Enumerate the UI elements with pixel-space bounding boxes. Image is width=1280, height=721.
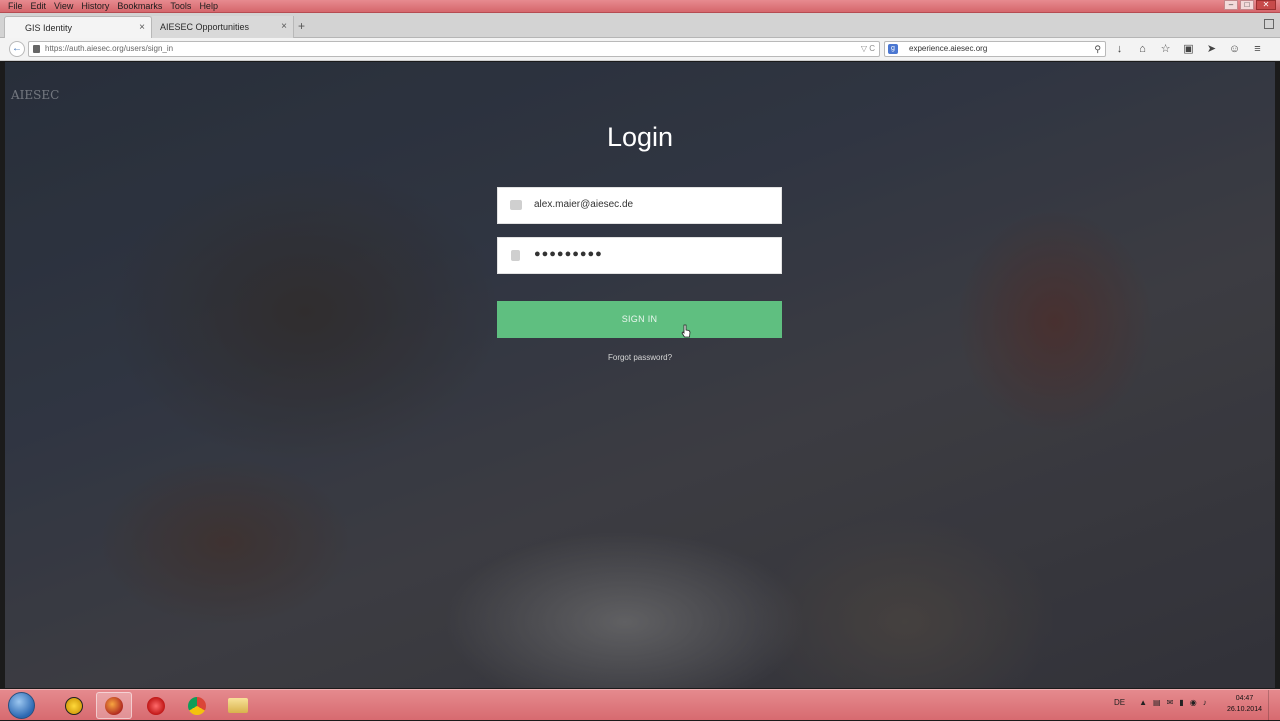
tab-strip: GIS Identity × AIESEC Opportunities × +: [0, 13, 1280, 38]
email-field[interactable]: alex.maier@aiesec.de: [497, 187, 782, 224]
clock[interactable]: 04:47 26.10.2014: [1227, 693, 1262, 715]
close-window-button[interactable]: ✕: [1256, 0, 1276, 10]
url-bar[interactable]: https://auth.aiesec.org/users/sign_in ▽ …: [28, 41, 880, 57]
tray-arrow-icon[interactable]: ▲: [1139, 698, 1147, 707]
url-text: https://auth.aiesec.org/users/sign_in: [45, 44, 174, 53]
toolbar-icons: ↓ ⌂ ☆ ▣ ➤ ☺ ≡: [1112, 42, 1265, 56]
tray-app-icon[interactable]: ◉: [1190, 698, 1197, 707]
tab-aiesec-opportunities[interactable]: AIESEC Opportunities ×: [152, 16, 294, 38]
menu-history[interactable]: History: [77, 0, 113, 13]
menu-icon[interactable]: ≡: [1250, 42, 1265, 56]
chrome-icon: [188, 696, 206, 715]
email-value: alex.maier@aiesec.de: [534, 199, 634, 210]
search-input[interactable]: g experience.aiesec.org ⚲: [884, 41, 1106, 57]
search-text: experience.aiesec.org: [909, 44, 988, 53]
opera-icon: [147, 696, 165, 715]
clipboard-icon[interactable]: ▣: [1181, 42, 1196, 56]
password-field[interactable]: ●●●●●●●●●: [497, 237, 782, 274]
sign-in-button[interactable]: SIGN IN: [497, 301, 782, 338]
menu-view[interactable]: View: [50, 0, 77, 13]
aiesec-logo: AIESEC: [11, 88, 60, 102]
google-icon[interactable]: g: [888, 44, 898, 54]
menu-edit[interactable]: Edit: [27, 0, 51, 13]
page-viewport: AIESEC Login alex.maier@aiesec.de ●●●●●●…: [5, 62, 1275, 688]
folder-icon: [228, 698, 248, 713]
minimize-button[interactable]: –: [1224, 0, 1238, 10]
menu-bar: File Edit View History Bookmarks Tools H…: [4, 0, 222, 13]
show-desktop-button[interactable]: [1268, 690, 1280, 721]
taskbar-chrome[interactable]: [179, 692, 215, 719]
window-controls: – □ ✕: [1224, 0, 1276, 10]
page-title: Login: [606, 122, 674, 152]
menu-help[interactable]: Help: [195, 0, 222, 13]
tab-close-icon[interactable]: ×: [281, 21, 287, 32]
new-tab-button[interactable]: +: [298, 19, 305, 33]
taskbar-opera[interactable]: [138, 692, 174, 719]
warning-app-icon: [65, 696, 83, 715]
download-icon[interactable]: ↓: [1112, 42, 1127, 56]
tray-signal-icon[interactable]: ▮: [1179, 698, 1183, 707]
window-titlebar: File Edit View History Bookmarks Tools H…: [0, 0, 1280, 13]
taskbar-firefox[interactable]: [96, 692, 132, 719]
tab-label: GIS Identity: [25, 22, 73, 33]
search-icon[interactable]: ⚲: [1094, 42, 1101, 56]
clock-date: 26.10.2014: [1226, 706, 1262, 713]
forgot-password-link[interactable]: Forgot password?: [5, 353, 1275, 362]
send-icon[interactable]: ➤: [1204, 42, 1219, 56]
tab-gis-identity[interactable]: GIS Identity ×: [4, 16, 152, 38]
taskbar: DE ▲ ▤ ✉ ▮ ◉ ♪ 04:47 26.10.2014: [0, 689, 1280, 721]
tab-label: AIESEC Opportunities: [160, 22, 250, 32]
volume-icon[interactable]: ♪: [1203, 698, 1207, 707]
lock-icon: [511, 250, 520, 261]
clock-time: 04:47: [1235, 695, 1254, 702]
tab-close-icon[interactable]: ×: [139, 22, 145, 33]
maximize-button[interactable]: □: [1240, 0, 1254, 10]
tab-list-icon[interactable]: [1264, 19, 1274, 29]
hand-cursor-icon: [681, 324, 691, 338]
firefox-icon: [105, 696, 123, 715]
language-indicator[interactable]: DE: [1114, 698, 1125, 707]
menu-tools[interactable]: Tools: [166, 0, 195, 13]
navigation-bar: ← https://auth.aiesec.org/users/sign_in …: [0, 38, 1280, 61]
reload-icon[interactable]: ▽ C: [861, 42, 875, 56]
system-tray: DE ▲ ▤ ✉ ▮ ◉ ♪: [1114, 698, 1207, 707]
lock-icon: [33, 45, 40, 53]
tray-network-icon[interactable]: ▤: [1153, 698, 1161, 707]
taskbar-explorer[interactable]: [220, 692, 256, 719]
menu-bookmarks[interactable]: Bookmarks: [113, 0, 166, 13]
menu-file[interactable]: File: [4, 0, 27, 13]
chat-icon[interactable]: ☺: [1227, 42, 1242, 56]
bookmark-star-icon[interactable]: ☆: [1158, 42, 1173, 56]
start-button[interactable]: [8, 692, 35, 719]
envelope-icon: [510, 200, 522, 210]
back-button[interactable]: ←: [9, 41, 25, 57]
password-value: ●●●●●●●●●: [534, 248, 603, 260]
tray-mail-icon[interactable]: ✉: [1167, 698, 1174, 707]
taskbar-app-launcher[interactable]: [56, 692, 92, 719]
home-icon[interactable]: ⌂: [1135, 42, 1150, 56]
